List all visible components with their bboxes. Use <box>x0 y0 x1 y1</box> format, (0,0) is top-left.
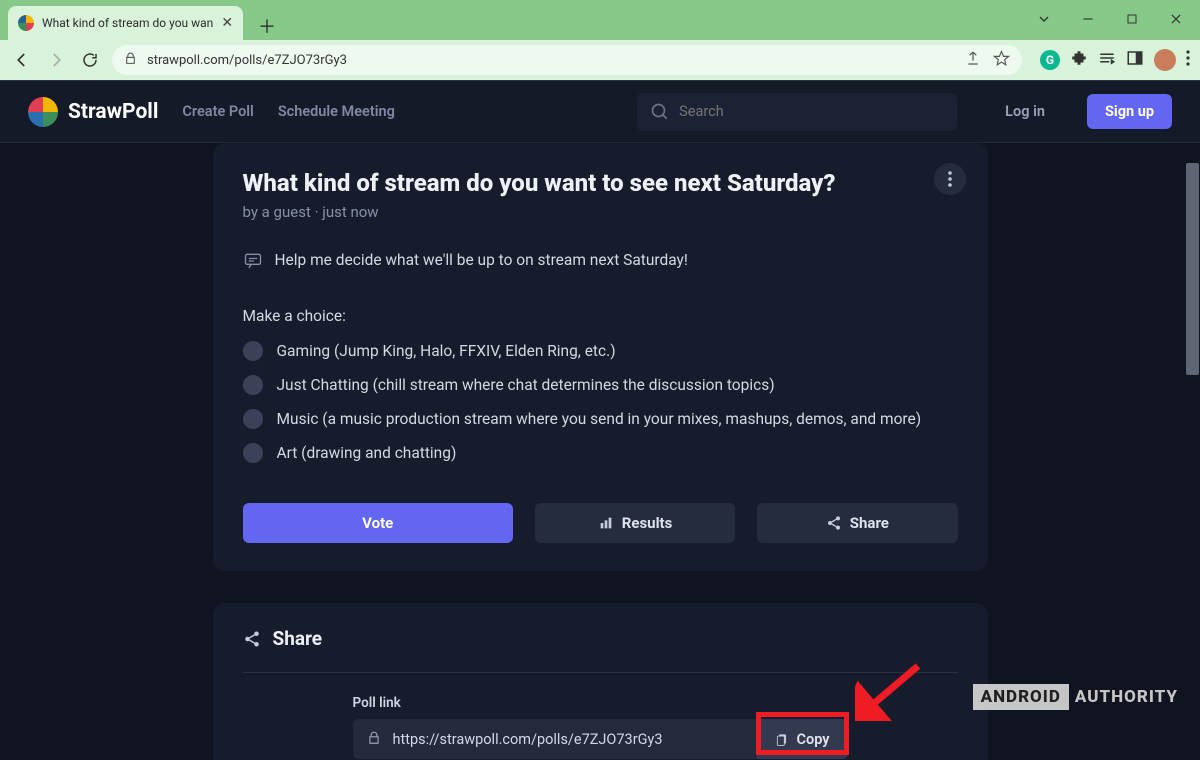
forward-button[interactable] <box>44 48 68 72</box>
watermark: ANDROID AUTHORITY <box>973 684 1178 710</box>
url-text: strawpoll.com/polls/e7ZJO73rGy3 <box>147 53 955 68</box>
share-button[interactable]: Share <box>757 503 957 543</box>
share-heading-row: Share <box>243 627 958 673</box>
new-tab-button[interactable]: ＋ <box>253 12 281 40</box>
author-prefix: by <box>243 203 262 221</box>
tab-title: What kind of stream do you wan <box>42 16 213 30</box>
chevron-down-icon[interactable] <box>1024 6 1064 32</box>
poll-link-row: https://strawpoll.com/polls/e7ZJO73rGy3 … <box>353 719 848 759</box>
option-label: Music (a music production stream where y… <box>277 410 922 428</box>
share-icon <box>826 515 842 531</box>
radio-icon <box>243 443 263 463</box>
share-label: Share <box>850 514 889 532</box>
reload-button[interactable] <box>78 48 102 72</box>
clipboard-icon <box>775 732 789 746</box>
page-viewport[interactable]: StrawPoll Create Poll Schedule Meeting L… <box>0 80 1200 760</box>
profile-avatar[interactable] <box>1154 49 1176 71</box>
poll-card: What kind of stream do you want to see n… <box>213 143 988 571</box>
poll-title: What kind of stream do you want to see n… <box>243 169 958 197</box>
nav-create-poll[interactable]: Create Poll <box>182 103 253 120</box>
side-panel-icon[interactable] <box>1126 49 1144 71</box>
poll-description-row: Help me decide what we'll be up to on st… <box>243 251 958 271</box>
option-label: Just Chatting (chill stream where chat d… <box>277 376 775 394</box>
radio-icon <box>243 409 263 429</box>
poll-timestamp: just now <box>322 203 378 221</box>
extensions-icon[interactable] <box>1070 49 1088 71</box>
close-tab-icon[interactable]: ✕ <box>221 15 233 31</box>
site-header: StrawPoll Create Poll Schedule Meeting L… <box>0 81 1200 143</box>
brand-name: StrawPoll <box>68 100 158 124</box>
poll-actions: Vote Results Share <box>243 503 958 543</box>
poll-option[interactable]: Music (a music production stream where y… <box>243 409 958 429</box>
bar-chart-icon <box>598 515 614 531</box>
poll-link-url[interactable]: https://strawpoll.com/polls/e7ZJO73rGy3 <box>393 731 745 748</box>
search-icon <box>651 103 669 121</box>
back-button[interactable] <box>10 48 34 72</box>
copy-button[interactable]: Copy <box>757 719 848 759</box>
nav-schedule-meeting[interactable]: Schedule Meeting <box>278 103 395 120</box>
scrollbar-thumb[interactable] <box>1186 163 1199 375</box>
author-name: a guest <box>262 203 311 221</box>
media-control-icon[interactable] <box>1098 49 1116 71</box>
search-input[interactable] <box>679 103 943 120</box>
vote-label: Vote <box>362 514 393 532</box>
watermark-box: ANDROID <box>973 684 1069 710</box>
results-label: Results <box>622 514 673 532</box>
more-vertical-icon <box>948 171 952 187</box>
copy-label: Copy <box>797 731 830 748</box>
vote-button[interactable]: Vote <box>243 503 513 543</box>
chrome-menu-icon[interactable] <box>1186 50 1190 70</box>
watermark-text: AUTHORITY <box>1075 687 1178 707</box>
signup-button[interactable]: Sign up <box>1087 94 1172 129</box>
radio-icon <box>243 341 263 361</box>
browser-titlebar: What kind of stream do you wan ✕ ＋ <box>0 0 1200 40</box>
browser-tab[interactable]: What kind of stream do you wan ✕ <box>8 6 243 40</box>
poll-option[interactable]: Gaming (Jump King, Halo, FFXIV, Elden Ri… <box>243 341 958 361</box>
poll-option[interactable]: Art (drawing and chatting) <box>243 443 958 463</box>
favicon-icon <box>18 15 34 31</box>
share-page-icon[interactable] <box>965 50 981 70</box>
maximize-button[interactable] <box>1112 6 1152 32</box>
poll-description: Help me decide what we'll be up to on st… <box>275 251 688 269</box>
option-label: Gaming (Jump King, Halo, FFXIV, Elden Ri… <box>277 342 616 360</box>
choice-label: Make a choice: <box>243 307 958 325</box>
radio-icon <box>243 375 263 395</box>
site-search[interactable] <box>637 93 957 131</box>
poll-option[interactable]: Just Chatting (chill stream where chat d… <box>243 375 958 395</box>
poll-more-button[interactable] <box>934 163 966 195</box>
share-heading: Share <box>273 627 323 650</box>
chat-icon <box>243 251 263 271</box>
close-window-button[interactable] <box>1156 6 1196 32</box>
lock-icon <box>367 730 381 749</box>
window-controls <box>1024 0 1196 40</box>
grammarly-extension-icon[interactable]: G <box>1040 50 1060 70</box>
option-label: Art (drawing and chatting) <box>277 444 457 462</box>
share-card: Share Poll link https://strawpoll.com/po… <box>213 603 988 760</box>
browser-toolbar: strawpoll.com/polls/e7ZJO73rGy3 G <box>0 40 1200 80</box>
star-icon[interactable] <box>993 50 1010 71</box>
share-icon <box>243 630 261 648</box>
brand-logo[interactable]: StrawPoll <box>28 97 158 127</box>
poll-meta: by a guest · just now <box>243 203 958 221</box>
results-button[interactable]: Results <box>535 503 735 543</box>
address-bar[interactable]: strawpoll.com/polls/e7ZJO73rGy3 <box>112 45 1022 75</box>
minimize-button[interactable] <box>1068 6 1108 32</box>
meta-separator: · <box>311 203 322 221</box>
lock-icon <box>124 52 137 69</box>
strawpoll-logo-icon <box>28 97 58 127</box>
login-link[interactable]: Log in <box>1005 103 1045 120</box>
poll-link-label: Poll link <box>353 695 848 711</box>
poll-options: Gaming (Jump King, Halo, FFXIV, Elden Ri… <box>243 341 958 463</box>
